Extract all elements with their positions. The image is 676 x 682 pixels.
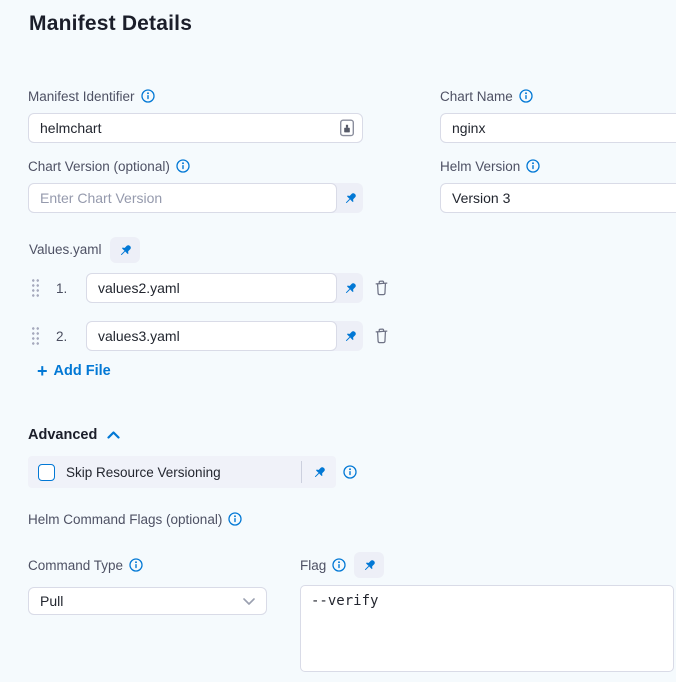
edit-identifier-icon[interactable] xyxy=(339,119,355,137)
add-file-button[interactable]: + Add File xyxy=(37,363,111,379)
values-yaml-label: Values.yaml xyxy=(29,241,102,257)
chevron-up-icon xyxy=(107,431,120,439)
flag-label: Flag xyxy=(300,558,346,573)
flag-textarea[interactable]: --verify xyxy=(300,585,674,672)
pin-icon[interactable] xyxy=(337,321,363,351)
helm-version-select[interactable]: Version 3 xyxy=(440,183,676,213)
delete-file-button[interactable] xyxy=(373,327,390,344)
pin-icon[interactable] xyxy=(337,183,363,213)
values-file-row xyxy=(86,273,363,303)
info-icon[interactable] xyxy=(129,558,143,572)
manifest-details-page: Manifest Details Manifest Identifier Cha… xyxy=(0,0,676,682)
values-yaml-pin-button[interactable] xyxy=(110,237,140,263)
skip-resource-versioning-label: Skip Resource Versioning xyxy=(66,465,301,480)
manifest-identifier-label: Manifest Identifier xyxy=(28,88,155,104)
pin-icon xyxy=(118,243,133,258)
trash-icon xyxy=(373,279,390,296)
info-icon[interactable] xyxy=(343,465,357,479)
values-file-input[interactable] xyxy=(86,321,337,351)
chart-version-label: Chart Version (optional) xyxy=(28,158,190,174)
pin-icon xyxy=(362,558,377,573)
info-icon[interactable] xyxy=(176,159,190,173)
helm-command-flags-label: Helm Command Flags (optional) xyxy=(28,511,242,527)
pin-icon[interactable] xyxy=(337,273,363,303)
trash-icon xyxy=(373,327,390,344)
helm-version-label: Helm Version xyxy=(440,158,540,174)
values-file-row xyxy=(86,321,363,351)
delete-file-button[interactable] xyxy=(373,279,390,296)
chart-name-label: Chart Name xyxy=(440,88,533,104)
chart-version-input-group xyxy=(28,183,363,213)
skip-resource-versioning-row: Skip Resource Versioning xyxy=(28,456,336,488)
drag-handle[interactable] xyxy=(31,326,40,346)
chevron-down-icon xyxy=(243,598,255,605)
pin-icon[interactable] xyxy=(302,465,336,480)
info-icon[interactable] xyxy=(526,159,540,173)
command-type-label: Command Type xyxy=(28,557,143,573)
drag-handle[interactable] xyxy=(31,278,40,298)
command-type-select[interactable]: Pull xyxy=(28,587,267,615)
chart-name-input[interactable] xyxy=(440,113,676,143)
advanced-section-toggle[interactable]: Advanced xyxy=(28,427,120,443)
plus-icon: + xyxy=(37,364,48,378)
manifest-identifier-input[interactable] xyxy=(28,113,363,143)
flag-header: Flag xyxy=(300,551,384,579)
skip-resource-versioning-checkbox[interactable] xyxy=(38,464,55,481)
values-file-number: 2. xyxy=(56,329,74,344)
chart-version-input[interactable] xyxy=(28,183,337,213)
info-icon[interactable] xyxy=(332,558,346,572)
info-icon[interactable] xyxy=(519,89,533,103)
values-file-input[interactable] xyxy=(86,273,337,303)
page-title: Manifest Details xyxy=(29,12,192,36)
info-icon[interactable] xyxy=(228,512,242,526)
info-icon[interactable] xyxy=(141,89,155,103)
values-file-number: 1. xyxy=(56,281,74,296)
flag-pin-button[interactable] xyxy=(354,552,384,578)
